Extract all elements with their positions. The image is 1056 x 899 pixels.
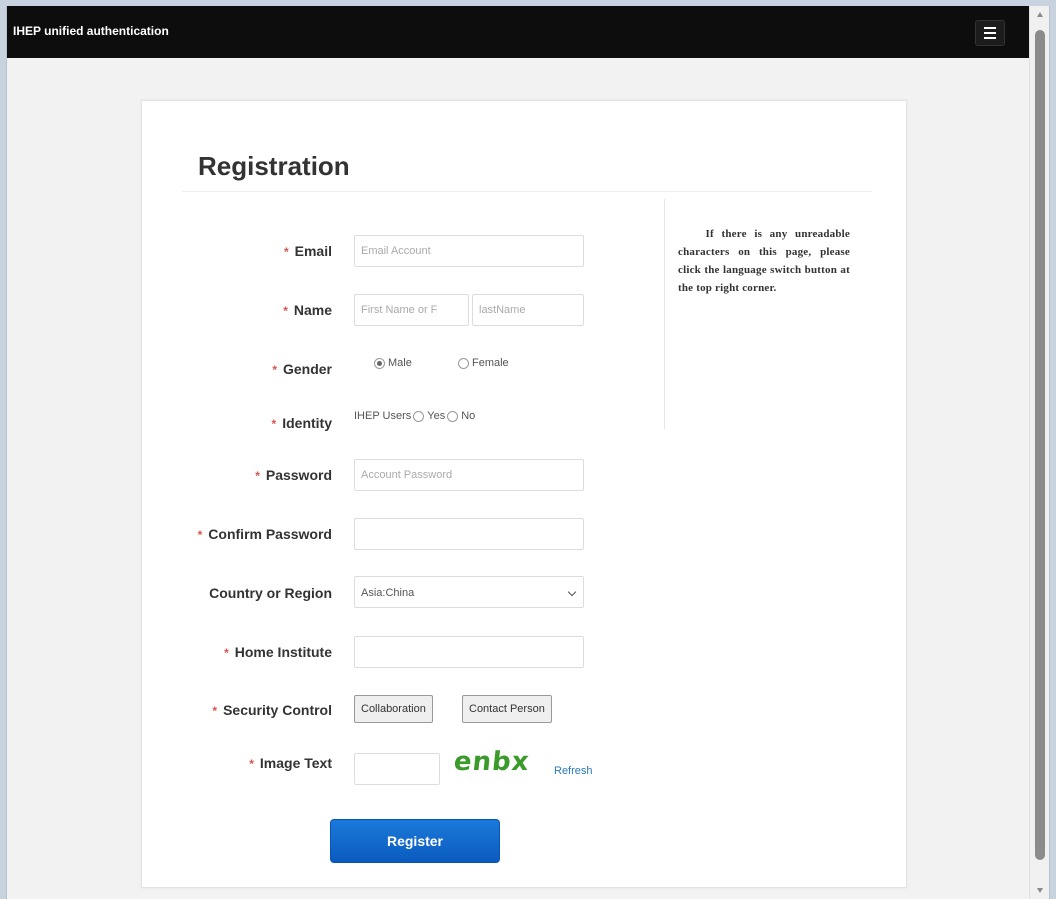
country-selected-value: Asia:China xyxy=(361,587,415,599)
hamburger-icon[interactable] xyxy=(975,20,1005,46)
required-marker: * xyxy=(283,304,288,318)
captcha-refresh-link[interactable]: Refresh xyxy=(554,765,593,777)
required-marker: * xyxy=(212,704,218,718)
required-marker: * xyxy=(249,757,254,771)
identity-options: IHEP Users Yes No xyxy=(354,410,476,422)
contact-person-button[interactable]: Contact Person xyxy=(462,695,552,723)
required-marker: * xyxy=(283,245,289,259)
vertical-scrollbar[interactable] xyxy=(1029,6,1049,899)
email-input[interactable] xyxy=(354,235,584,267)
confirm-password-label: * Confirm Password xyxy=(197,526,332,542)
gender-female-option[interactable]: Female xyxy=(458,357,509,369)
scroll-down-icon[interactable] xyxy=(1037,888,1043,893)
name-label: * Name xyxy=(283,302,332,318)
gender-male-option[interactable]: Male xyxy=(374,357,412,369)
identity-label: * Identity xyxy=(271,415,332,431)
required-marker: * xyxy=(271,417,277,431)
register-button[interactable]: Register xyxy=(330,819,500,863)
radio-male[interactable] xyxy=(374,357,385,369)
collaboration-button[interactable]: Collaboration xyxy=(354,695,433,723)
top-navbar: IHEP unified authentication xyxy=(7,6,1029,58)
last-name-input[interactable] xyxy=(472,294,584,326)
gender-label: * Gender xyxy=(272,361,332,377)
password-input[interactable] xyxy=(354,459,584,491)
radio-identity-yes[interactable] xyxy=(413,410,425,422)
required-marker: * xyxy=(197,528,203,542)
language-notice: If there is any unreadable characters on… xyxy=(678,228,850,294)
first-name-input[interactable] xyxy=(354,294,469,326)
identity-prefix: IHEP Users xyxy=(354,410,412,422)
captcha-image: enbx xyxy=(452,747,532,777)
required-marker: * xyxy=(272,363,277,377)
image-text-label: * Image Text xyxy=(249,755,332,771)
browser-window: IHEP unified authentication Registration… xyxy=(6,6,1050,899)
notice-divider xyxy=(664,199,665,429)
security-control-label: * Security Control xyxy=(212,702,332,718)
country-select[interactable]: Asia:China xyxy=(354,576,584,608)
brand-title[interactable]: IHEP unified authentication xyxy=(13,24,169,38)
required-marker: * xyxy=(255,469,260,483)
title-divider xyxy=(182,191,872,192)
email-label: * Email xyxy=(283,243,332,259)
registration-card: Registration If there is any unreadable … xyxy=(141,100,907,888)
required-marker: * xyxy=(224,646,229,660)
scroll-up-icon[interactable] xyxy=(1037,12,1043,17)
radio-female[interactable] xyxy=(458,357,469,369)
captcha-input[interactable] xyxy=(354,753,440,785)
home-institute-input[interactable] xyxy=(354,636,584,668)
country-label: Country or Region xyxy=(209,585,332,601)
page-title: Registration xyxy=(198,151,350,181)
password-label: * Password xyxy=(255,467,332,483)
home-institute-label: * Home Institute xyxy=(224,644,332,660)
chevron-down-icon xyxy=(567,587,577,597)
scroll-thumb[interactable] xyxy=(1035,30,1045,860)
radio-identity-no[interactable] xyxy=(447,410,459,422)
confirm-password-input[interactable] xyxy=(354,518,584,550)
